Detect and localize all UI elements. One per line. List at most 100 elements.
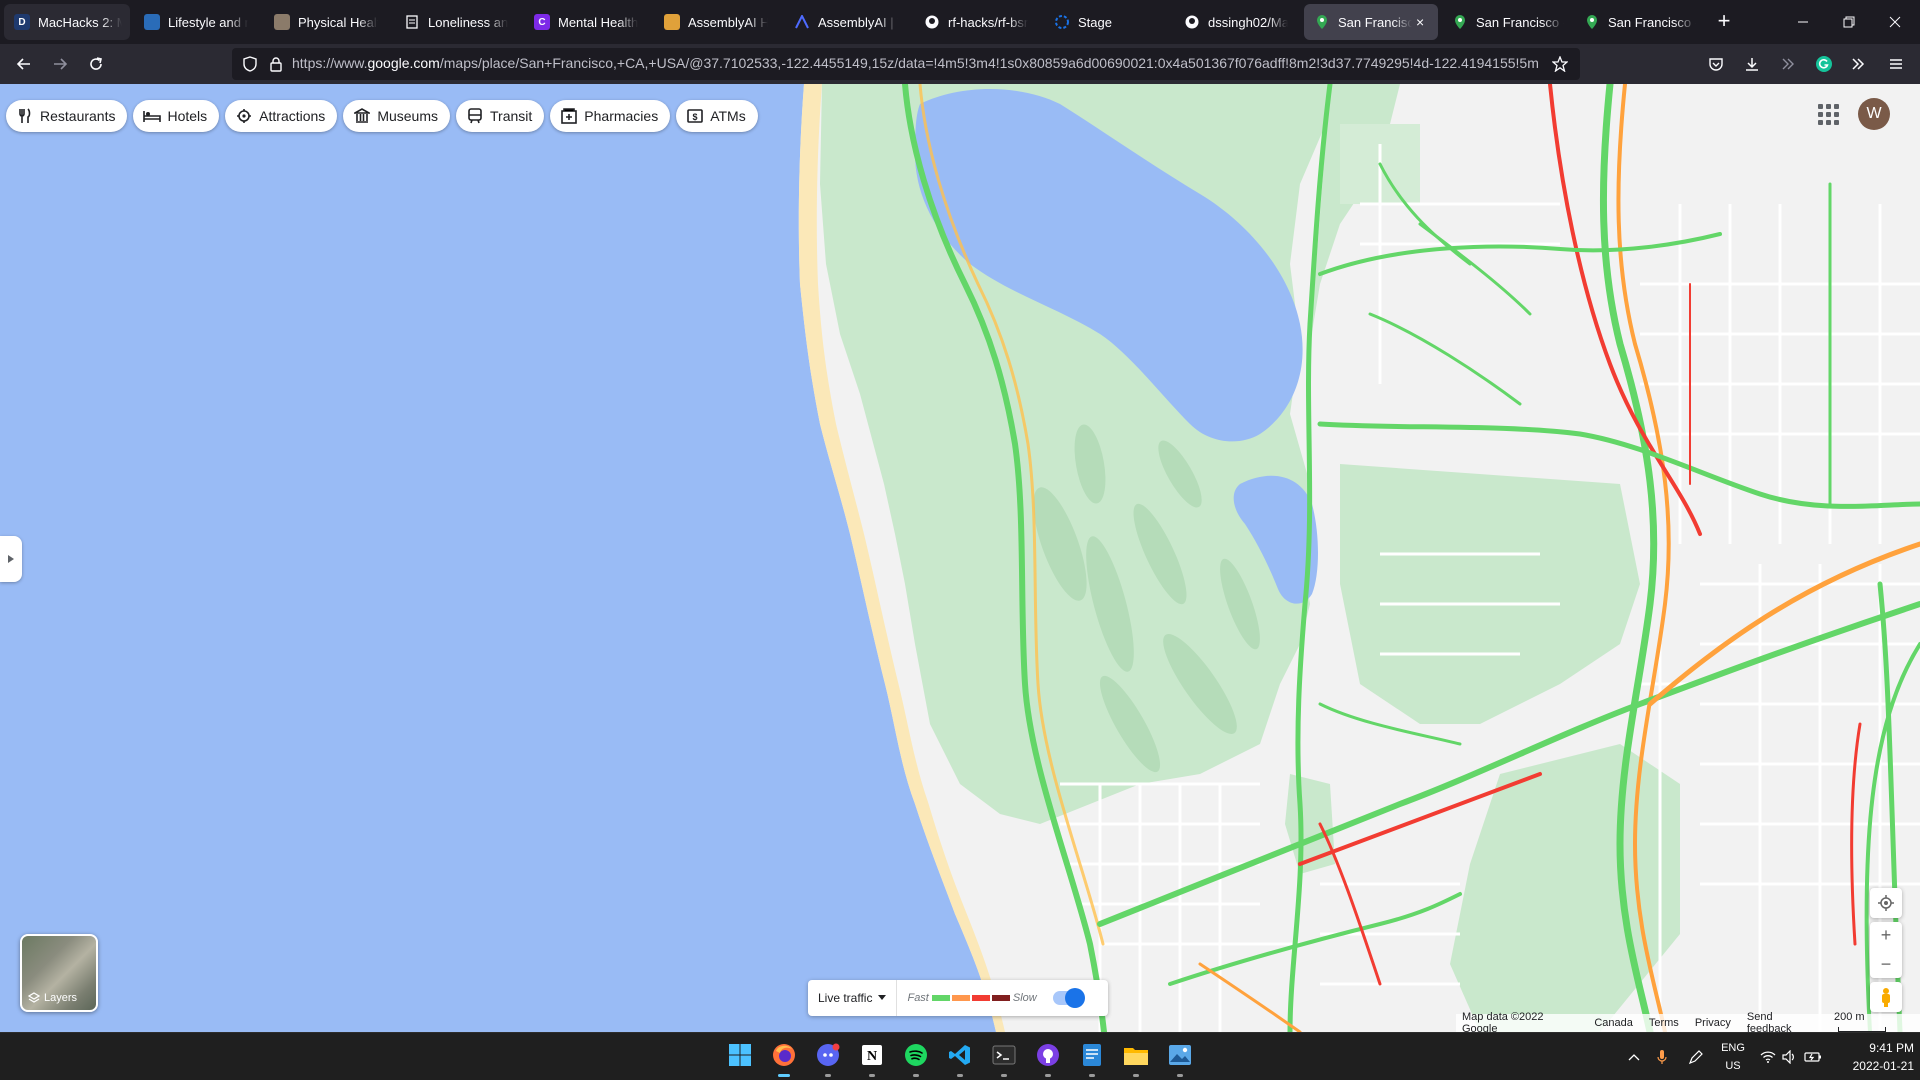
taskbar-terminal-button[interactable]: [988, 1041, 1020, 1077]
browser-tab[interactable]: Lifestyle and me: [134, 4, 256, 40]
close-tab-icon[interactable]: ×: [1416, 14, 1430, 30]
traffic-color-swatches: [931, 995, 1010, 1001]
back-button[interactable]: [8, 48, 40, 80]
browser-tab[interactable]: Physical Health a: [264, 4, 386, 40]
extension-forward-button[interactable]: [1772, 48, 1804, 80]
desktop-screen: + D MacHacks 2: Ma Lifestyle and me Physica…: [0, 0, 1920, 1080]
bookmark-star-icon[interactable]: [1548, 52, 1572, 76]
url-prefix: https://www.: [292, 55, 368, 71]
system-clock[interactable]: 9:41 PM 2022-01-21: [1840, 1039, 1914, 1075]
taskbar-vscode-button[interactable]: [944, 1041, 976, 1077]
browser-tab-title: rf-hacks/rf-bsm: [948, 14, 1028, 30]
close-window-button[interactable]: [1872, 0, 1918, 44]
taskbar-notion-button[interactable]: N: [856, 1041, 888, 1077]
github-desktop-icon: [1036, 1043, 1060, 1072]
browser-tab[interactable]: C Mental Health ar: [524, 4, 646, 40]
wifi-tray-button[interactable]: [1758, 1033, 1778, 1080]
terminal-icon: [992, 1044, 1016, 1071]
battery-tray-button[interactable]: [1802, 1033, 1824, 1080]
notion-icon: N: [861, 1044, 883, 1071]
lock-icon[interactable]: [264, 52, 288, 76]
volume-tray-button[interactable]: [1780, 1033, 1800, 1080]
browser-tab[interactable]: Stage: [1044, 4, 1166, 40]
minimize-button[interactable]: [1780, 0, 1826, 44]
browser-tab-title: dssingh02/Mach: [1208, 14, 1288, 30]
traffic-swatch: [991, 995, 1010, 1001]
browser-tab[interactable]: dssingh02/Mach: [1174, 4, 1296, 40]
windows-taskbar: N ENG US 9:41 PM 2022-01-21: [0, 1032, 1920, 1080]
layers-button[interactable]: Layers: [20, 934, 98, 1012]
traffic-toggle[interactable]: [1052, 988, 1085, 1008]
zoom-in-icon[interactable]: +: [1881, 925, 1892, 946]
browser-tab[interactable]: San Francisco×: [1304, 4, 1438, 40]
taskbar-windows-start-button[interactable]: [724, 1041, 756, 1073]
collapse-side-panel-button[interactable]: [0, 536, 22, 582]
live-traffic-select[interactable]: Live traffic: [808, 980, 898, 1016]
forward-button[interactable]: [44, 48, 76, 80]
browser-tab-title: Physical Health a: [298, 14, 378, 30]
browser-tab[interactable]: Loneliness and s: [394, 4, 516, 40]
scale-indicator[interactable]: 200 m: [1834, 1011, 1914, 1032]
map-tiles[interactable]: [0, 84, 1920, 1032]
clock-date: 2022-01-21: [1852, 1059, 1914, 1073]
browser-tab[interactable]: AssemblyAI | Wa: [784, 4, 906, 40]
taskbar-firefox-button[interactable]: [768, 1041, 800, 1077]
downloads-button[interactable]: [1736, 48, 1768, 80]
restore-button[interactable]: [1826, 0, 1872, 44]
taskbar-file-explorer-button[interactable]: [1120, 1041, 1152, 1077]
input-language-indicator[interactable]: ENG US: [1716, 1039, 1750, 1075]
pen-tray-button[interactable]: [1684, 1033, 1708, 1080]
restore-icon: [1843, 16, 1855, 28]
browser-tab[interactable]: San Francisco - C: [1442, 4, 1572, 40]
browser-tab-title: Stage: [1078, 14, 1112, 30]
browser-tab[interactable]: D MacHacks 2: Ma: [4, 4, 130, 40]
grammarly-icon: [1816, 56, 1832, 72]
street-view-pegman-button[interactable]: [1870, 982, 1902, 1012]
url-bar[interactable]: https://www.google.com/maps/place/San+Fr…: [232, 48, 1580, 80]
map-canvas[interactable]: Restaurants Hotels Attractions Museums Trans…: [0, 84, 1920, 1032]
zoom-out-icon[interactable]: −: [1881, 954, 1892, 975]
category-chip-atms[interactable]: $ ATMs: [676, 100, 758, 132]
spotify-icon: [904, 1043, 928, 1072]
svg-text:$: $: [693, 112, 698, 122]
category-chips: Restaurants Hotels Attractions Museums Trans…: [6, 100, 758, 132]
pocket-button[interactable]: [1700, 48, 1732, 80]
taskbar-github-desktop-button[interactable]: [1032, 1041, 1064, 1077]
pen-icon: [1688, 1050, 1703, 1065]
app-menu-button[interactable]: [1880, 48, 1912, 80]
taskbar-photos-button[interactable]: [1164, 1041, 1196, 1077]
browser-tab[interactable]: AssemblyAI Hack: [654, 4, 776, 40]
microphone-tray-button[interactable]: [1650, 1033, 1674, 1080]
new-tab-button[interactable]: +: [1710, 8, 1738, 36]
running-indicator: [778, 1074, 790, 1077]
terms-link[interactable]: Terms: [1649, 1017, 1679, 1029]
region-code: US: [1725, 1060, 1741, 1072]
clock-time: 9:41 PM: [1869, 1041, 1914, 1055]
privacy-link[interactable]: Privacy: [1695, 1017, 1731, 1029]
taskbar-notepad-button[interactable]: [1076, 1041, 1108, 1077]
category-chip-hotels[interactable]: Hotels: [133, 100, 220, 132]
category-chip-museums[interactable]: Museums: [343, 100, 450, 132]
send-feedback-link[interactable]: Send feedback: [1747, 1011, 1818, 1032]
tray-overflow-button[interactable]: [1622, 1033, 1646, 1080]
url-text[interactable]: https://www.google.com/maps/place/San+Fr…: [292, 55, 1540, 71]
layers-label: Layers: [44, 992, 78, 1004]
category-chip-transit[interactable]: Transit: [456, 100, 545, 132]
browser-tab-title: Mental Health ar: [558, 14, 638, 30]
taskbar-spotify-button[interactable]: [900, 1041, 932, 1077]
shield-icon[interactable]: [238, 52, 262, 76]
browser-tab[interactable]: San Francisco - C: [1574, 4, 1704, 40]
reload-icon: [90, 57, 102, 70]
category-chip-restaurants[interactable]: Restaurants: [6, 100, 128, 132]
more-tools-button[interactable]: [1842, 48, 1874, 80]
region-link[interactable]: Canada: [1594, 1017, 1633, 1029]
category-chip-pharmacies[interactable]: Pharmacies: [550, 100, 671, 132]
account-avatar[interactable]: W: [1858, 98, 1890, 130]
grammarly-button[interactable]: [1808, 48, 1840, 80]
reload-button[interactable]: [80, 48, 112, 80]
google-apps-button[interactable]: [1816, 102, 1840, 126]
category-chip-attractions[interactable]: Attractions: [225, 100, 338, 132]
taskbar-discord-button[interactable]: [812, 1041, 844, 1077]
browser-tab[interactable]: rf-hacks/rf-bsm: [914, 4, 1036, 40]
my-location-button[interactable]: [1870, 888, 1902, 918]
